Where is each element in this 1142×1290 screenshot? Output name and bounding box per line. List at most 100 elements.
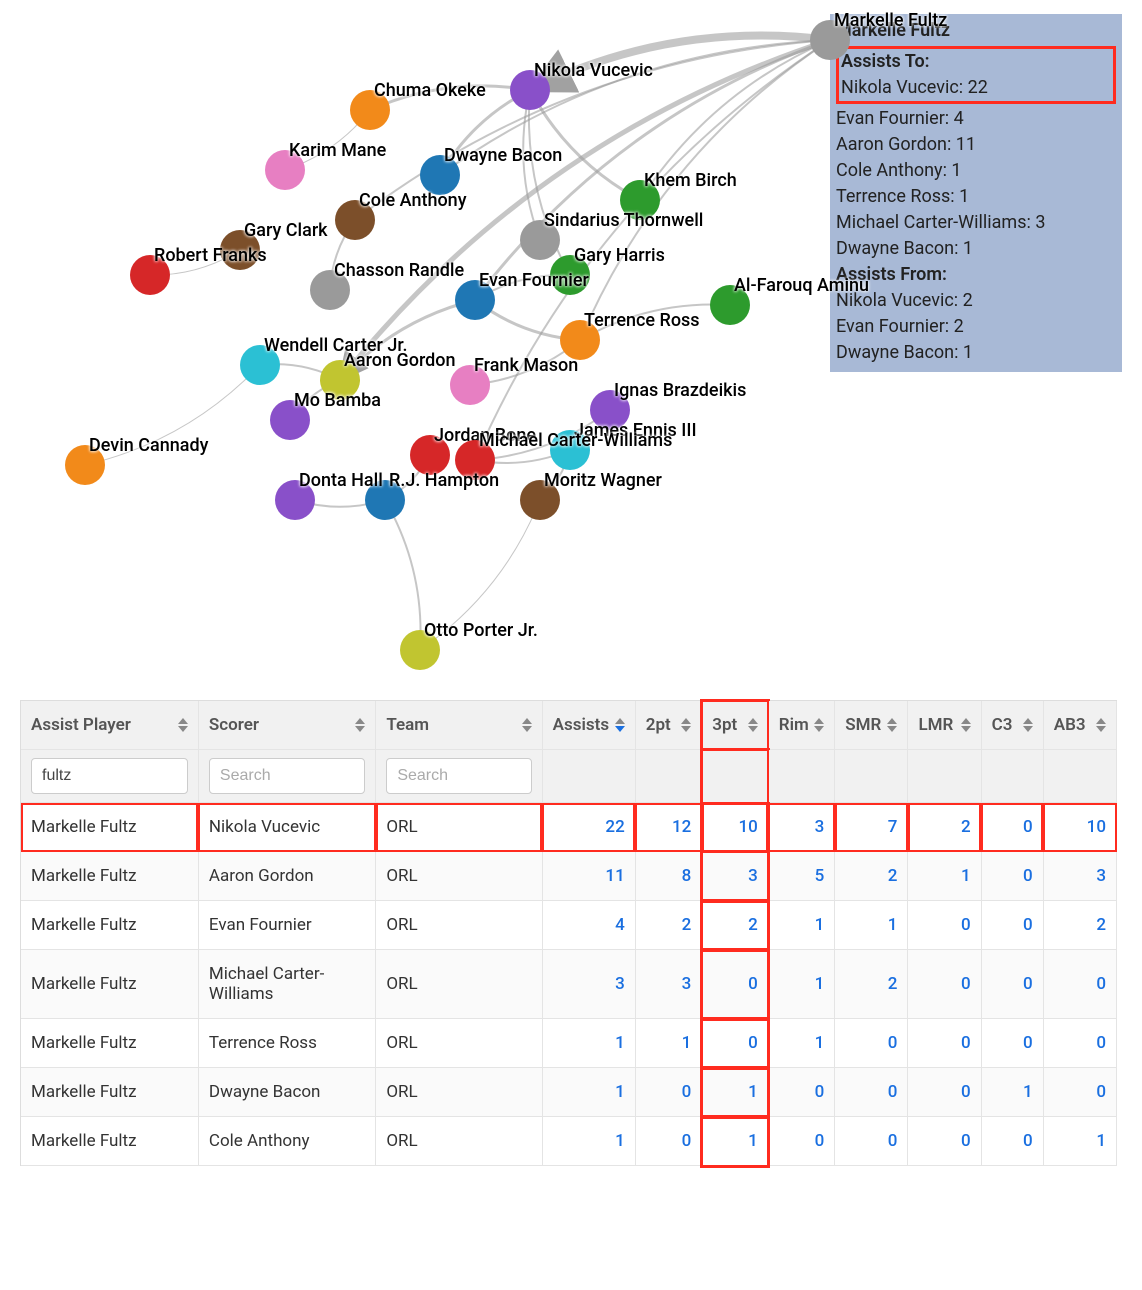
assist-search-input[interactable] <box>31 758 188 794</box>
tooltip-to-item: Dwayne Bacon: 1 <box>836 236 1116 262</box>
cell-c3: 1 <box>981 1068 1043 1117</box>
graph-node-aminu[interactable]: Al-Farouq Aminu <box>710 285 750 325</box>
col-label: Assists <box>553 715 609 735</box>
graph-node-fmason[interactable]: Frank Mason <box>450 365 490 405</box>
assist-network-graph[interactable]: Markelle Fultz Assists To: Nikola Vucevi… <box>0 0 1142 700</box>
col-rim-header[interactable]: Rim <box>768 701 835 750</box>
graph-node-fultz[interactable]: Markelle Fultz <box>810 20 850 60</box>
graph-node-fournier[interactable]: Evan Fournier <box>455 280 495 320</box>
cell-scorer: Terrence Ross <box>198 1019 375 1068</box>
graph-node-label: Devin Cannady <box>89 435 208 456</box>
graph-node-label: Gary Harris <box>574 245 665 266</box>
sort-icon[interactable] <box>1023 718 1033 732</box>
col-c3-header[interactable]: C3 <box>981 701 1043 750</box>
graph-node-dhall[interactable]: Donta Hall <box>275 480 315 520</box>
cell-assists: 1 <box>542 1068 635 1117</box>
graph-node-label: Al-Farouq Aminu <box>734 275 869 296</box>
graph-node-label: Robert Franks <box>154 245 267 266</box>
sort-icon[interactable] <box>355 718 365 732</box>
col-team-filter-cell <box>376 750 542 803</box>
col-scorer-header[interactable]: Scorer <box>198 701 375 750</box>
cell-ab3: 0 <box>1043 1068 1116 1117</box>
graph-node-label: Moritz Wagner <box>544 470 662 491</box>
cell-ab3: 0 <box>1043 1019 1116 1068</box>
cell-p3: 3 <box>702 852 769 901</box>
col-p3-header[interactable]: 3pt <box>702 701 769 750</box>
graph-node-label: Nikola Vucevic <box>534 60 653 81</box>
table-row[interactable]: Markelle FultzEvan FournierORL42211002 <box>21 901 1117 950</box>
sort-icon[interactable] <box>1096 718 1106 732</box>
graph-node-jbone[interactable]: Jordan Bone <box>410 435 450 475</box>
graph-node-bamba[interactable]: Mo Bamba <box>270 400 310 440</box>
col-lmr-header[interactable]: LMR <box>908 701 981 750</box>
graph-node-bacon[interactable]: Dwayne Bacon <box>420 155 460 195</box>
col-p2-header[interactable]: 2pt <box>635 701 702 750</box>
cell-lmr: 1 <box>908 852 981 901</box>
col-label: C3 <box>992 715 1013 735</box>
col-rim-filter-cell <box>768 750 835 803</box>
cell-lmr: 0 <box>908 1068 981 1117</box>
sort-icon[interactable] <box>961 718 971 732</box>
graph-node-label: Aaron Gordon <box>344 350 456 371</box>
cell-assist: Markelle Fultz <box>21 1068 198 1117</box>
graph-node-label: Michael Carter-Williams <box>479 430 672 451</box>
graph-node-cannady[interactable]: Devin Cannady <box>65 445 105 485</box>
graph-node-okeke[interactable]: Chuma Okeke <box>350 90 390 130</box>
graph-node-canthony[interactable]: Cole Anthony <box>335 200 375 240</box>
graph-node-oporter[interactable]: Otto Porter Jr. <box>400 630 440 670</box>
cell-lmr: 0 <box>908 1019 981 1068</box>
graph-node-mane[interactable]: Karim Mane <box>265 150 305 190</box>
col-label: Team <box>386 715 429 735</box>
cell-rim: 1 <box>768 901 835 950</box>
graph-node-randle[interactable]: Chasson Randle <box>310 270 350 310</box>
cell-c3: 0 <box>981 1117 1043 1166</box>
sort-icon[interactable] <box>178 718 188 732</box>
graph-node-franks[interactable]: Robert Franks <box>130 255 170 295</box>
cell-scorer: Dwayne Bacon <box>198 1068 375 1117</box>
sort-icon[interactable] <box>615 718 625 732</box>
table-row[interactable]: Markelle FultzCole AnthonyORL10100001 <box>21 1117 1117 1166</box>
col-ab3-header[interactable]: AB3 <box>1043 701 1116 750</box>
cell-scorer: Nikola Vucevic <box>198 803 375 852</box>
cell-rim: 0 <box>768 1068 835 1117</box>
cell-ab3: 10 <box>1043 803 1116 852</box>
col-assists-header[interactable]: Assists <box>542 701 635 750</box>
cell-team: ORL <box>376 852 542 901</box>
col-assists-filter-cell <box>542 750 635 803</box>
col-team-header[interactable]: Team <box>376 701 542 750</box>
table-row[interactable]: Markelle FultzTerrence RossORL11010000 <box>21 1019 1117 1068</box>
team-search-input[interactable] <box>386 758 531 794</box>
cell-team: ORL <box>376 1019 542 1068</box>
col-smr-header[interactable]: SMR <box>835 701 908 750</box>
graph-node-vucevic[interactable]: Nikola Vucevic <box>510 70 550 110</box>
cell-assists: 1 <box>542 1117 635 1166</box>
cell-p2: 0 <box>635 1068 702 1117</box>
table-row[interactable]: Markelle FultzDwayne BaconORL10100010 <box>21 1068 1117 1117</box>
scorer-search-input[interactable] <box>209 758 365 794</box>
cell-p3: 10 <box>702 803 769 852</box>
table-row[interactable]: Markelle FultzAaron GordonORL118352103 <box>21 852 1117 901</box>
col-label: LMR <box>918 715 953 735</box>
graph-node-label: Karim Mane <box>289 140 386 161</box>
graph-node-label: Frank Mason <box>474 355 578 376</box>
cell-p2: 1 <box>635 1019 702 1068</box>
table-row[interactable]: Markelle FultzMichael Carter-WilliamsORL… <box>21 950 1117 1019</box>
cell-c3: 0 <box>981 950 1043 1019</box>
graph-node-wcarter[interactable]: Wendell Carter Jr. <box>240 345 280 385</box>
sort-icon[interactable] <box>887 718 897 732</box>
graph-node-thornwell[interactable]: Sindarius Thornwell <box>520 220 560 260</box>
graph-node-label: Mo Bamba <box>294 390 381 411</box>
table-row[interactable]: Markelle FultzNikola VucevicORL221210372… <box>21 803 1117 852</box>
graph-node-wagner[interactable]: Moritz Wagner <box>520 480 560 520</box>
graph-node-tross[interactable]: Terrence Ross <box>560 320 600 360</box>
cell-ab3: 3 <box>1043 852 1116 901</box>
cell-assist: Markelle Fultz <box>21 852 198 901</box>
cell-c3: 0 <box>981 852 1043 901</box>
sort-icon[interactable] <box>748 718 758 732</box>
sort-icon[interactable] <box>814 718 824 732</box>
sort-icon[interactable] <box>681 718 691 732</box>
col-label: 2pt <box>646 715 671 735</box>
col-assist-header[interactable]: Assist Player <box>21 701 198 750</box>
cell-rim: 5 <box>768 852 835 901</box>
sort-icon[interactable] <box>522 718 532 732</box>
